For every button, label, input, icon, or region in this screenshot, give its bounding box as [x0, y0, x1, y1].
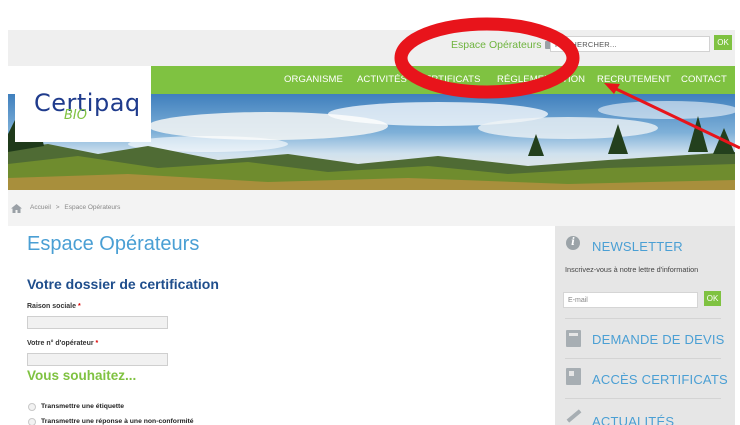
operators-link[interactable]: Espace Opérateurs	[451, 39, 556, 51]
logo-name: Certipaq	[34, 89, 141, 117]
nav-item-certificats[interactable]: CERTIFICATS	[418, 74, 481, 85]
breadcrumb-current: Espace Opérateurs	[64, 204, 121, 211]
page-title: Espace Opérateurs	[27, 233, 200, 255]
search-input[interactable]: RECHERCHER...	[550, 36, 710, 52]
calculator-icon	[566, 330, 581, 347]
home-icon[interactable]	[11, 204, 22, 213]
option-label-etiquette[interactable]: Transmettre une étiquette	[41, 403, 124, 410]
sidebar-divider	[565, 318, 721, 319]
sidebar-divider	[565, 358, 721, 359]
sidebar-divider	[565, 398, 721, 399]
nav-item-organisme[interactable]: ORGANISME	[284, 74, 343, 85]
breadcrumb-home[interactable]: Accueil	[30, 204, 51, 211]
nav-item-recrutement[interactable]: RECRUTEMENT	[597, 74, 671, 85]
nav-item-contact[interactable]: CONTACT	[681, 74, 727, 85]
section-title: Votre dossier de certification	[27, 276, 219, 292]
nav-item-reglementation[interactable]: RÉGLEMENTATION	[497, 74, 585, 85]
raison-sociale-label-text: Raison sociale	[27, 303, 77, 310]
document-icon	[566, 368, 581, 385]
option-label-non-conformite[interactable]: Transmettre une réponse à une non-confor…	[41, 418, 194, 425]
option-radio-etiquette[interactable]	[28, 403, 36, 411]
info-icon: i	[566, 236, 580, 250]
wish-heading: Vous souhaitez...	[27, 368, 137, 383]
required-marker: *	[95, 340, 99, 347]
nav-item-activites[interactable]: ACTIVITÉS	[357, 74, 407, 85]
search-button[interactable]: OK	[714, 35, 732, 50]
page: Espace Opérateurs RECHERCHER... OK ORGAN…	[0, 0, 740, 425]
sidebar	[555, 226, 735, 425]
breadcrumb-separator: >	[55, 204, 60, 211]
raison-sociale-field[interactable]	[27, 316, 168, 329]
option-radio-non-conformite[interactable]	[28, 418, 36, 425]
operators-link-label[interactable]: Espace Opérateurs	[451, 39, 541, 51]
newsletter-description: Inscrivez-vous à notre lettre d'informat…	[565, 265, 699, 274]
raison-sociale-label: Raison sociale *	[27, 303, 81, 310]
news-link[interactable]: ACTUALITÉS	[592, 414, 674, 425]
operator-number-field[interactable]	[27, 353, 168, 366]
operator-number-label: Votre n° d'opérateur *	[27, 340, 98, 347]
breadcrumb-path: Accueil > Espace Opérateurs	[30, 204, 120, 211]
operator-number-label-text: Votre n° d'opérateur	[27, 340, 94, 347]
quote-request-link[interactable]: DEMANDE DE DEVIS	[592, 332, 725, 347]
email-input[interactable]: E-mail	[563, 292, 698, 308]
required-marker: *	[77, 303, 81, 310]
logo-sub: BIO	[64, 108, 87, 123]
newsletter-title: NEWSLETTER	[592, 239, 683, 254]
newsletter-submit-button[interactable]: OK	[704, 291, 721, 306]
certificates-access-link[interactable]: ACCÈS CERTIFICATS	[592, 372, 728, 387]
